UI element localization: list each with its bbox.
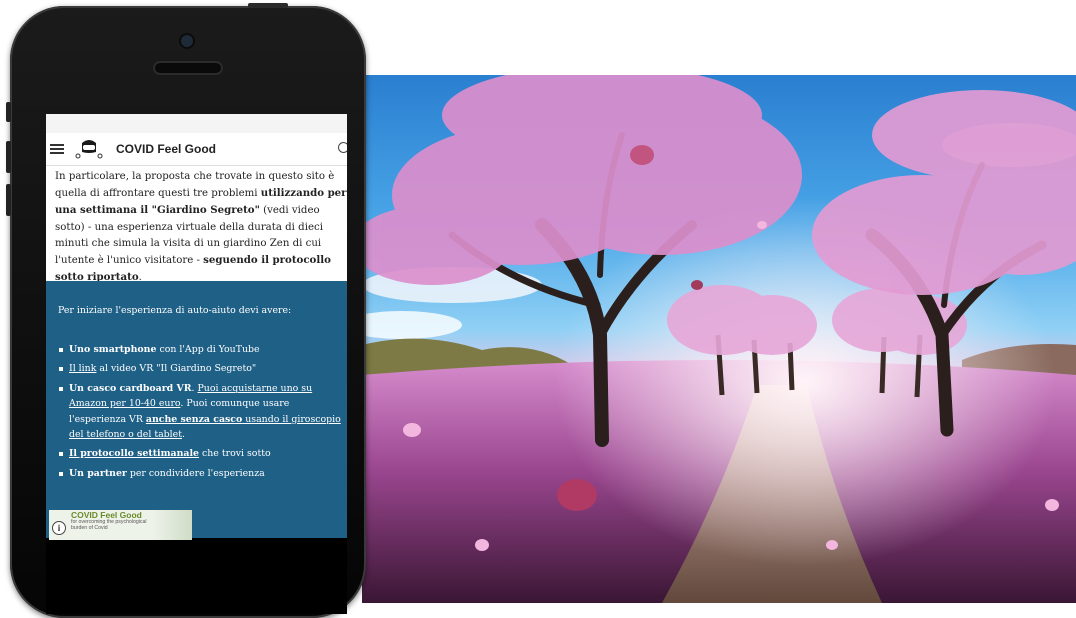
list-item: Il protocollo settimanale che trovi sott… [58, 446, 344, 461]
thumbnail-subtitle: for overcoming the psychological burden … [71, 519, 147, 531]
item-text: . [182, 429, 185, 441]
phone-screen: COVID Feel Good In particolare, la propo… [46, 114, 347, 614]
power-button [248, 3, 288, 8]
front-camera [181, 35, 193, 47]
list-item: Un partner per condividere l'esperienza [58, 466, 344, 481]
requirements-panel: Per iniziare l'esperienza di auto-aiuto … [46, 281, 347, 538]
item-text: che trovi sotto [199, 448, 271, 460]
status-bar [46, 114, 347, 133]
list-item: Uno smartphone con l'App di YouTube [58, 342, 344, 357]
volume-up-button [6, 141, 11, 173]
app-header: COVID Feel Good [46, 133, 347, 166]
vr-garden-scene [362, 75, 1076, 603]
volume-down-button [6, 184, 11, 216]
item-text: per condividere l'esperienza [126, 467, 265, 479]
item-text: al video VR "Il Giardino Segreto" [96, 363, 257, 375]
search-icon[interactable] [338, 142, 347, 153]
info-icon[interactable]: i [52, 521, 66, 535]
thumbnail-image [152, 510, 192, 540]
app-brand-title[interactable]: COVID Feel Good [116, 142, 216, 156]
list-item: Un casco cardboard VR. Puoi acquistarne … [58, 381, 344, 443]
link-bold[interactable]: anche senza casco [146, 414, 242, 425]
video-link[interactable]: Il link [69, 363, 96, 374]
link-bold[interactable]: Il protocollo settimanale [69, 448, 199, 459]
intro-paragraph: In particolare, la proposta che trovate … [46, 166, 347, 283]
item-text: con l'App di YouTube [156, 344, 260, 355]
vr-headset-logo [75, 140, 103, 159]
earpiece-speaker [155, 63, 221, 73]
video-thumbnail[interactable]: i COVID Feel Good for overcoming the psy… [49, 510, 192, 540]
cherry-blossom-garden-image [362, 75, 1076, 603]
protocol-link[interactable]: Il protocollo settimanale [69, 448, 199, 459]
list-item: Il link al video VR "Il Giardino Segreto… [58, 361, 344, 376]
requirements-intro: Per iniziare l'esperienza di auto-aiuto … [58, 305, 292, 316]
item-bold: Un partner [69, 467, 127, 479]
item-bold: Un casco cardboard VR [69, 382, 192, 394]
smartphone-mockup: COVID Feel Good In particolare, la propo… [6, 3, 366, 618]
item-bold: Uno smartphone [69, 344, 157, 355]
menu-icon[interactable] [50, 144, 64, 154]
requirements-list: Uno smartphone con l'App di YouTube Il l… [58, 342, 344, 485]
mute-switch [6, 102, 11, 122]
